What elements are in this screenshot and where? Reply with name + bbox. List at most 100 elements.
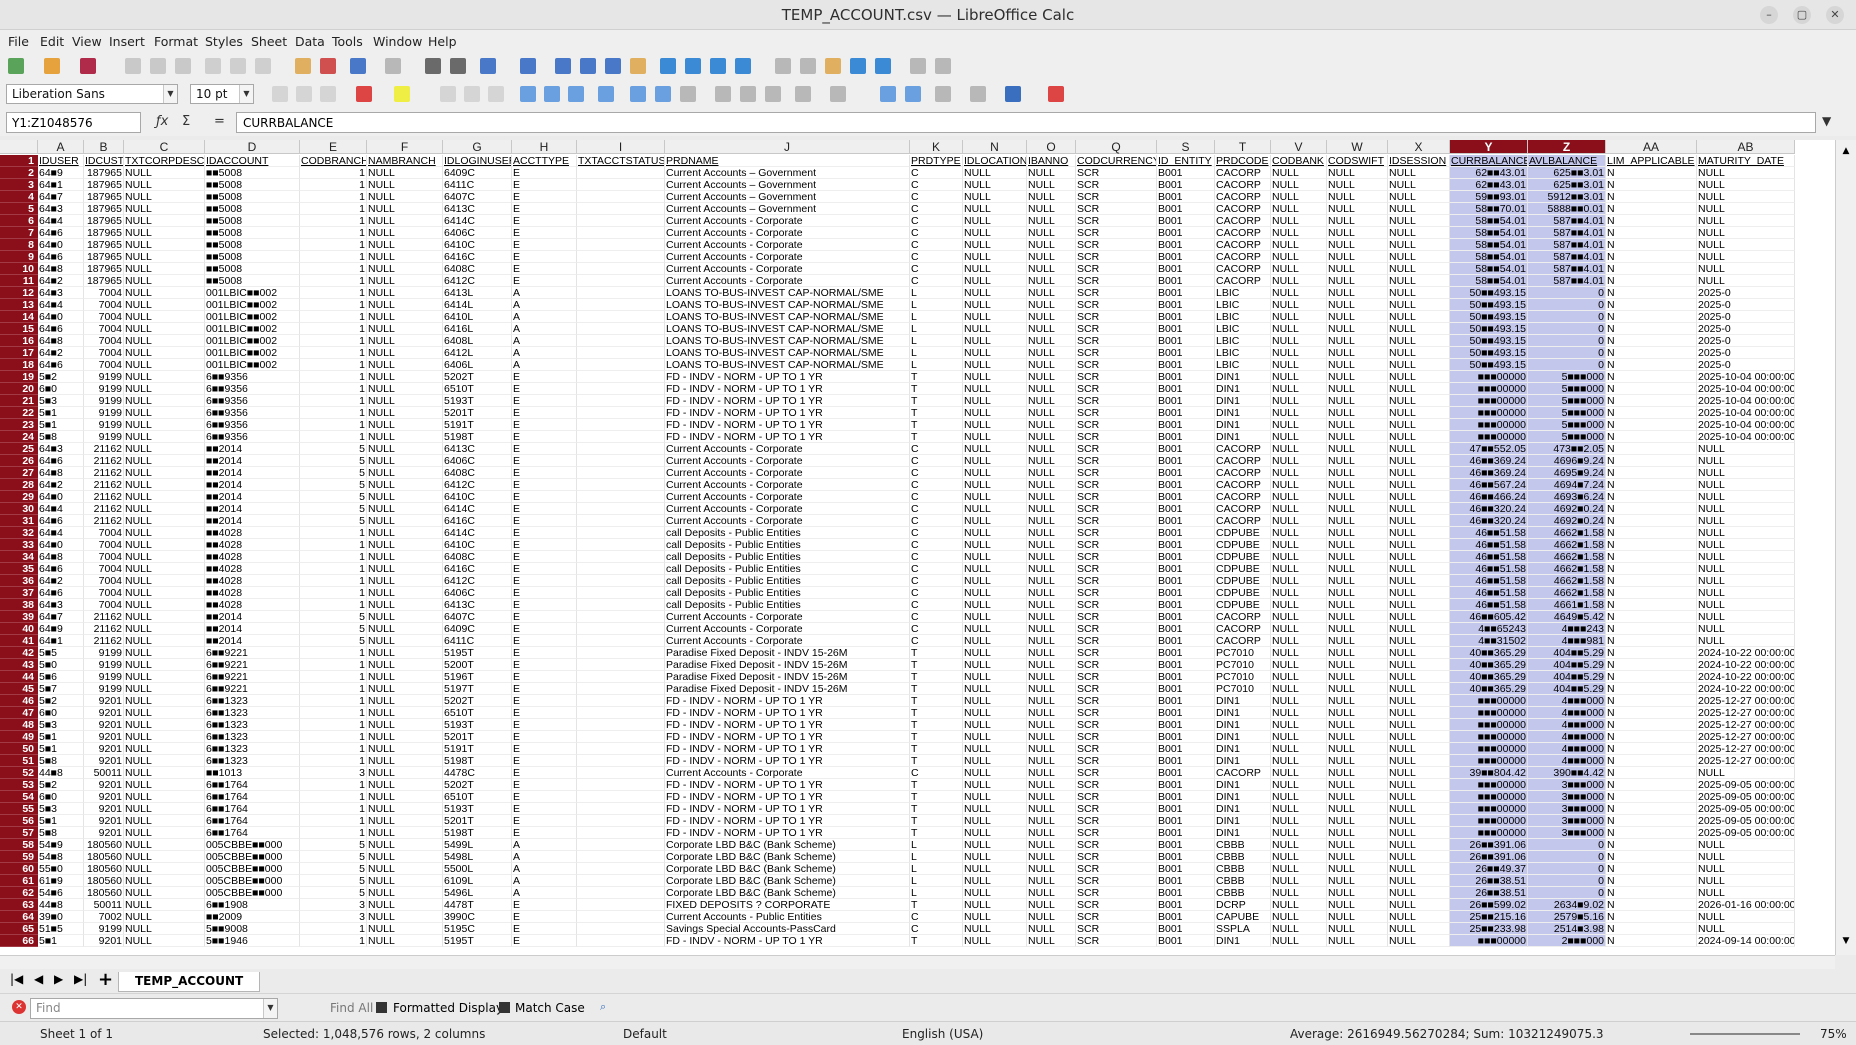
undo-icon[interactable] — [350, 58, 366, 74]
table-cell[interactable]: 005CBBE■■000 — [205, 887, 300, 899]
table-cell[interactable]: 6412L — [443, 347, 512, 359]
format-date-icon[interactable] — [765, 86, 781, 102]
table-cell[interactable]: L — [910, 875, 963, 887]
table-cell[interactable]: 1 — [300, 251, 367, 263]
table-cell[interactable]: NULL — [1327, 347, 1388, 359]
table-cell[interactable]: 46■■466.24 — [1450, 491, 1528, 503]
table-cell[interactable]: SCR — [1076, 935, 1157, 947]
table-cell[interactable]: NULL — [367, 851, 443, 863]
table-cell[interactable]: NULL — [1327, 731, 1388, 743]
row-header[interactable]: 38 — [0, 599, 38, 611]
table-cell[interactable]: ■■■00000 — [1450, 779, 1528, 791]
table-cell[interactable]: CACORP — [1215, 167, 1271, 179]
table-cell[interactable]: 6■■9356 — [205, 383, 300, 395]
table-cell[interactable]: E — [512, 647, 577, 659]
table-cell[interactable]: NULL — [1027, 179, 1076, 191]
table-cell[interactable]: NULL — [1327, 443, 1388, 455]
chevron-down-icon[interactable]: ▼ — [263, 999, 277, 1018]
table-cell[interactable]: 1 — [300, 299, 367, 311]
table-cell[interactable]: DIN1 — [1215, 827, 1271, 839]
table-cell[interactable]: 001LBIC■■002 — [205, 311, 300, 323]
table-cell[interactable]: NULL — [1027, 671, 1076, 683]
table-cell[interactable]: N — [1606, 563, 1697, 575]
table-cell[interactable]: 9199 — [84, 647, 124, 659]
table-cell[interactable]: NULL — [1697, 203, 1795, 215]
special-character-icon[interactable] — [735, 58, 751, 74]
table-cell[interactable]: SCR — [1076, 899, 1157, 911]
table-cell[interactable]: NULL — [1388, 911, 1450, 923]
table-cell[interactable]: B001 — [1157, 359, 1215, 371]
column-name-cell[interactable]: TXTCORPDESC — [124, 155, 205, 167]
table-cell[interactable]: 6412C — [443, 275, 512, 287]
table-cell[interactable]: 0 — [1528, 347, 1606, 359]
table-cell[interactable] — [577, 863, 665, 875]
table-cell[interactable]: 6■■9221 — [205, 659, 300, 671]
table-cell[interactable]: NULL — [963, 599, 1027, 611]
table-cell[interactable]: NULL — [124, 455, 205, 467]
table-cell[interactable]: 180560 — [84, 887, 124, 899]
table-cell[interactable]: E — [512, 827, 577, 839]
table-cell[interactable]: 5■3 — [38, 719, 84, 731]
table-cell[interactable]: NULL — [1388, 851, 1450, 863]
row-header[interactable]: 7 — [0, 227, 38, 239]
table-cell[interactable]: NULL — [963, 803, 1027, 815]
table-cell[interactable]: NULL — [1388, 923, 1450, 935]
table-cell[interactable]: DIN1 — [1215, 719, 1271, 731]
table-cell[interactable]: 6510T — [443, 383, 512, 395]
table-cell[interactable]: CDPUBE — [1215, 539, 1271, 551]
table-cell[interactable]: NULL — [1388, 671, 1450, 683]
table-cell[interactable] — [577, 455, 665, 467]
table-cell[interactable]: NULL — [124, 335, 205, 347]
table-cell[interactable]: N — [1606, 827, 1697, 839]
table-cell[interactable]: N — [1606, 635, 1697, 647]
table-cell[interactable]: DIN1 — [1215, 755, 1271, 767]
table-cell[interactable]: Current Accounts - Corporate — [665, 227, 910, 239]
table-cell[interactable]: NULL — [1697, 167, 1795, 179]
table-cell[interactable]: NULL — [1697, 563, 1795, 575]
table-cell[interactable]: 50■■493.15 — [1450, 335, 1528, 347]
table-cell[interactable]: NULL — [1327, 371, 1388, 383]
cut-icon[interactable] — [205, 58, 221, 74]
table-cell[interactable]: B001 — [1157, 707, 1215, 719]
table-cell[interactable]: 54■6 — [38, 887, 84, 899]
table-cell[interactable]: NULL — [367, 515, 443, 527]
table-cell[interactable]: 7004 — [84, 347, 124, 359]
table-cell[interactable] — [577, 911, 665, 923]
close-icon[interactable]: ✕ — [1826, 6, 1844, 24]
table-cell[interactable]: SCR — [1076, 887, 1157, 899]
table-cell[interactable]: 5■2 — [38, 779, 84, 791]
table-cell[interactable]: 46■■51.58 — [1450, 551, 1528, 563]
table-cell[interactable]: 21162 — [84, 491, 124, 503]
table-cell[interactable]: 0 — [1528, 287, 1606, 299]
table-cell[interactable]: CACORP — [1215, 227, 1271, 239]
row-header[interactable]: 59 — [0, 851, 38, 863]
formatted-display-checkbox[interactable] — [376, 1002, 387, 1013]
table-cell[interactable]: NULL — [1271, 875, 1327, 887]
table-cell[interactable]: 9199 — [84, 683, 124, 695]
table-cell[interactable]: 64■0 — [38, 239, 84, 251]
table-cell[interactable]: 5201T — [443, 407, 512, 419]
table-cell[interactable]: N — [1606, 599, 1697, 611]
table-cell[interactable]: NULL — [367, 587, 443, 599]
table-cell[interactable]: NULL — [963, 755, 1027, 767]
table-cell[interactable]: NULL — [124, 935, 205, 947]
table-cell[interactable]: Corporate LBD B&C (Bank Scheme) — [665, 863, 910, 875]
format-currency-icon[interactable] — [680, 86, 696, 102]
table-cell[interactable]: NULL — [1327, 455, 1388, 467]
table-cell[interactable]: 4■■65243 — [1450, 623, 1528, 635]
table-cell[interactable]: T — [910, 383, 963, 395]
table-cell[interactable]: NULL — [1388, 203, 1450, 215]
table-cell[interactable]: NULL — [963, 791, 1027, 803]
table-cell[interactable]: CACORP — [1215, 443, 1271, 455]
table-cell[interactable]: 1 — [300, 659, 367, 671]
table-cell[interactable]: NULL — [367, 203, 443, 215]
table-cell[interactable]: NULL — [367, 167, 443, 179]
table-cell[interactable]: N — [1606, 431, 1697, 443]
table-cell[interactable]: LBIC — [1215, 323, 1271, 335]
table-cell[interactable]: 2025-0 — [1697, 323, 1795, 335]
table-cell[interactable]: NULL — [1388, 179, 1450, 191]
table-cell[interactable]: NULL — [1027, 863, 1076, 875]
column-header-f[interactable]: F — [367, 140, 443, 154]
table-cell[interactable]: 4696■9.24 — [1528, 455, 1606, 467]
table-cell[interactable]: 404■■5.29 — [1528, 671, 1606, 683]
